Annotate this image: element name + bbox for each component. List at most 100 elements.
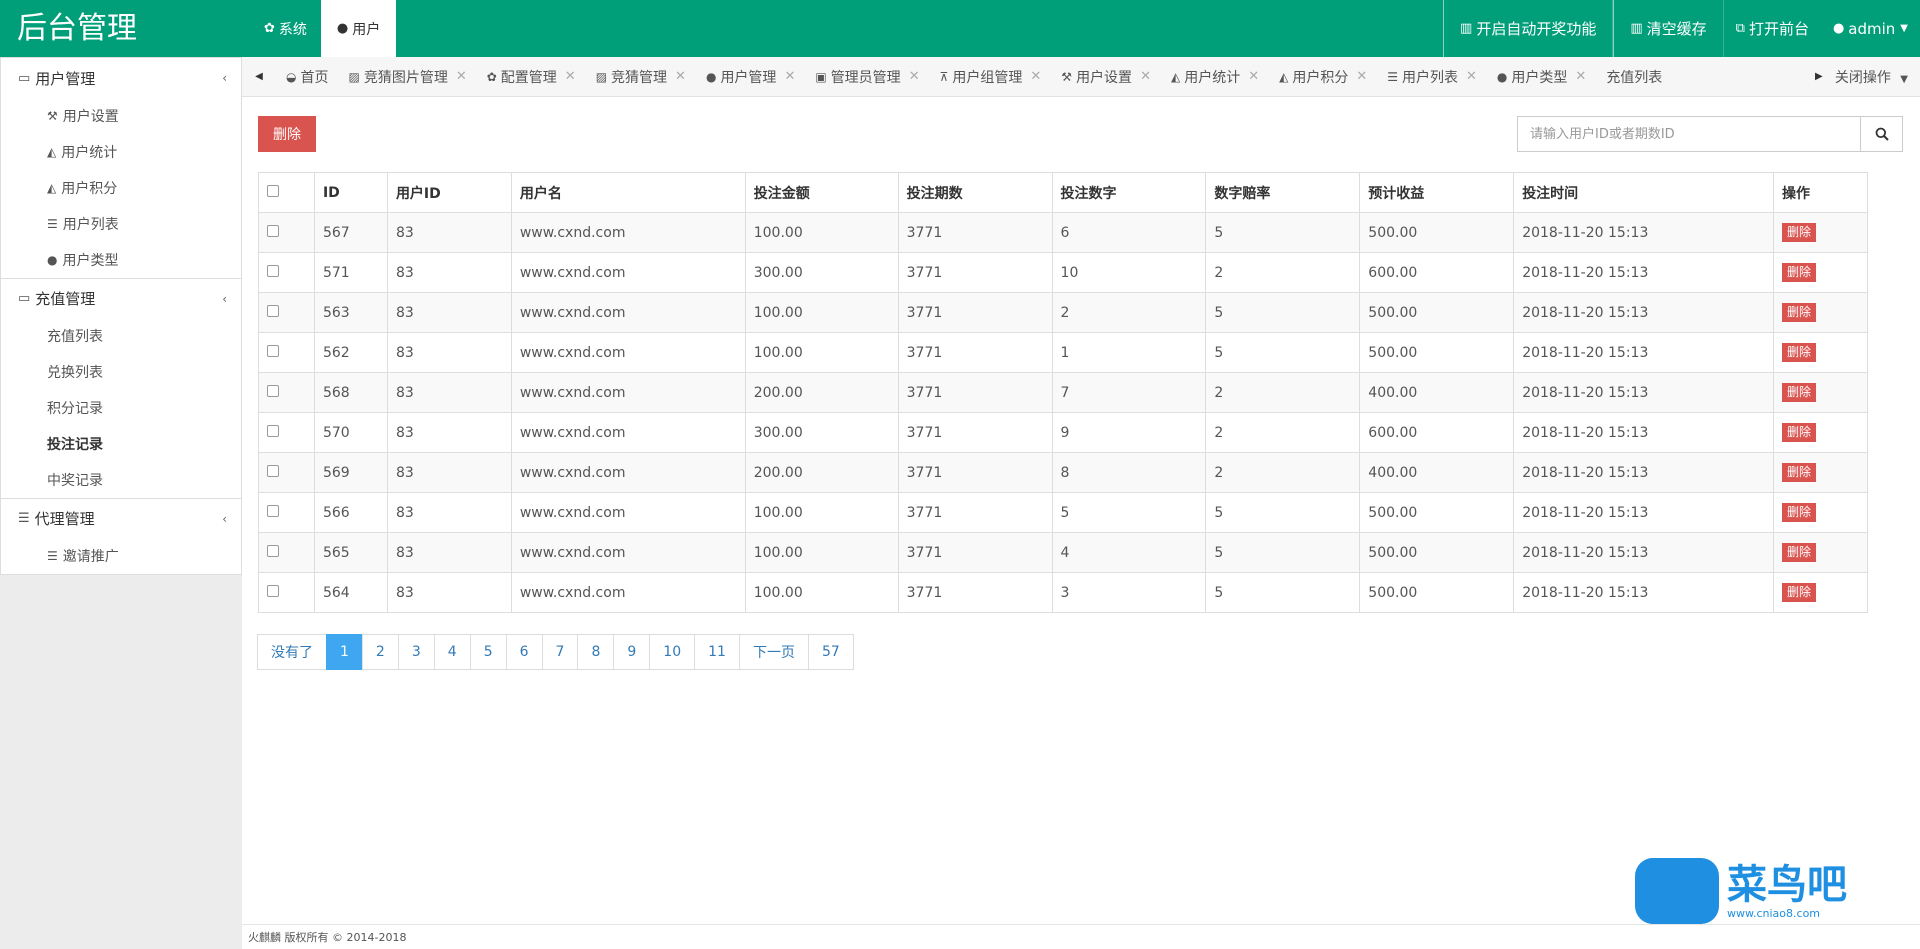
sidebar-item-user-points[interactable]: ◭ 用户积分	[1, 170, 241, 206]
auto-draw-button[interactable]: ▥ 开启自动开奖功能	[1443, 0, 1614, 57]
tab-close-icon[interactable]: ✕	[565, 69, 576, 84]
page-link[interactable]: 11	[694, 634, 740, 670]
row-delete-button[interactable]: 删除	[1781, 223, 1816, 242]
sidebar-item-user-list[interactable]: ☰ 用户列表	[1, 206, 241, 242]
row-checkbox[interactable]	[267, 224, 279, 237]
sidebar-item-label: 用户积分	[61, 181, 118, 197]
row-delete-button[interactable]: 删除	[1781, 583, 1816, 602]
page-link[interactable]: 没有了	[257, 634, 327, 670]
page-link[interactable]: 10	[649, 634, 696, 670]
row-delete-button[interactable]: 删除	[1781, 503, 1816, 522]
column-header[interactable]: ID	[313, 172, 388, 213]
page-link[interactable]: 6	[505, 634, 543, 670]
page-link[interactable]: 下一页	[738, 634, 809, 670]
page-link[interactable]: 7	[541, 634, 579, 670]
tab-label: 用户积分	[1292, 69, 1349, 86]
tab-close-icon[interactable]: ✕	[1356, 69, 1367, 84]
page-link[interactable]: 4	[433, 634, 471, 670]
sidebar-item-win-records[interactable]: 中奖记录	[1, 462, 241, 498]
column-header[interactable]: 投注金额	[744, 172, 899, 213]
sidebar-item-invite[interactable]: ☰ 邀请推广	[1, 538, 241, 574]
row-checkbox[interactable]	[267, 424, 279, 437]
sidebar-item-points-log[interactable]: 积分记录	[1, 390, 241, 426]
row-delete-button[interactable]: 删除	[1781, 543, 1816, 562]
bulk-delete-button[interactable]: 删除	[258, 116, 316, 152]
row-checkbox[interactable]	[267, 304, 279, 317]
row-checkbox[interactable]	[267, 264, 279, 277]
row-delete-button[interactable]: 删除	[1781, 383, 1816, 402]
tab-item[interactable]: ◭ 用户积分 ✕	[1269, 67, 1377, 87]
tab-close-icon[interactable]: ✕	[456, 69, 467, 84]
page-link[interactable]: 9	[613, 634, 651, 670]
page-link[interactable]: 1	[326, 634, 363, 670]
pagination: 没有了 1 2 3 4 5 6 7 8 9 10 11 下一页 57	[257, 634, 854, 670]
search-input[interactable]	[1517, 116, 1861, 152]
tab-item[interactable]: 充值列表	[1596, 67, 1672, 87]
tab-item[interactable]: ▨ 竞猜管理 ✕	[586, 67, 696, 87]
close-tabs-menu[interactable]: 关闭操作 ▼	[1829, 67, 1920, 87]
open-frontend-link[interactable]: ⧉ 打开前台	[1724, 0, 1821, 57]
column-header[interactable]: 数字赔率	[1205, 172, 1361, 213]
row-checkbox[interactable]	[267, 544, 279, 557]
sidebar-item-exchange-list[interactable]: 兑换列表	[1, 354, 241, 390]
row-delete-button[interactable]: 删除	[1781, 463, 1816, 482]
table-cell: 2018-11-20 15:13	[1513, 332, 1774, 373]
row-delete-button[interactable]: 删除	[1781, 263, 1816, 282]
page-link[interactable]: 3	[397, 634, 435, 670]
page-link[interactable]: 8	[577, 634, 615, 670]
tab-close-icon[interactable]: ✕	[1466, 69, 1477, 84]
tab-item[interactable]: ● 用户类型 ✕	[1487, 67, 1596, 87]
sidebar-section-agent[interactable]: ☰ 代理管理 ‹	[1, 498, 241, 538]
tab-scroll-right-icon[interactable]: ▶	[1809, 71, 1829, 82]
tab-close-icon[interactable]: ✕	[784, 69, 795, 84]
sidebar-item-user-stats[interactable]: ◭ 用户统计	[1, 134, 241, 170]
row-checkbox[interactable]	[267, 584, 279, 597]
top-nav-user[interactable]: ● 用户	[320, 0, 397, 57]
sidebar-item-user-types[interactable]: ● 用户类型	[1, 242, 241, 278]
tab-close-icon[interactable]: ✕	[675, 69, 686, 84]
tab-item[interactable]: ⚒ 用户设置 ✕	[1051, 67, 1161, 87]
row-checkbox[interactable]	[267, 344, 279, 357]
clear-cache-button[interactable]: ▥ 清空缓存	[1613, 0, 1724, 57]
tab-close-icon[interactable]: ✕	[1575, 69, 1586, 84]
search-button[interactable]	[1861, 116, 1903, 152]
column-header[interactable]: 用户ID	[386, 172, 512, 213]
user-menu[interactable]: ● admin ▼	[1821, 0, 1920, 57]
column-header[interactable]: 预计收益	[1359, 172, 1515, 213]
column-header[interactable]: 投注数字	[1051, 172, 1207, 213]
row-delete-button[interactable]: 删除	[1781, 343, 1816, 362]
folder-open-icon: ▭	[18, 70, 31, 86]
page-link[interactable]: 5	[469, 634, 507, 670]
tab-item[interactable]: ▣ 管理员管理 ✕	[805, 67, 929, 87]
tab-close-icon[interactable]: ✕	[1248, 69, 1259, 84]
page-link[interactable]: 2	[361, 634, 399, 670]
tab-item[interactable]: ☰ 用户列表 ✕	[1377, 67, 1487, 87]
tab-item[interactable]: ◭ 用户统计 ✕	[1161, 67, 1269, 87]
row-delete-button[interactable]: 删除	[1781, 423, 1816, 442]
sidebar-item-user-settings[interactable]: ⚒ 用户设置	[1, 98, 241, 134]
sidebar-item-recharge-list[interactable]: 充值列表	[1, 318, 241, 354]
column-header[interactable]: 投注期数	[897, 172, 1053, 213]
tab-item[interactable]: ▨ 竞猜图片管理 ✕	[338, 67, 476, 87]
tab-close-icon[interactable]: ✕	[1030, 69, 1041, 84]
column-header[interactable]: 投注时间	[1513, 172, 1774, 213]
sidebar-section-recharge[interactable]: ▭ 充值管理 ‹	[1, 278, 241, 318]
sidebar-item-bet-records[interactable]: 投注记录	[1, 426, 241, 462]
row-delete-button[interactable]: 删除	[1781, 303, 1816, 322]
tab-item[interactable]: ◒ 首页	[276, 67, 338, 87]
sidebar-section-user[interactable]: ▭ 用户管理 ‹	[1, 58, 241, 98]
select-all-checkbox[interactable]	[267, 184, 279, 197]
table-cell: 570	[313, 412, 388, 453]
tab-close-icon[interactable]: ✕	[1140, 69, 1151, 84]
tab-item[interactable]: ⊼ 用户组管理 ✕	[930, 67, 1052, 87]
column-header[interactable]: 用户名	[510, 172, 746, 213]
row-checkbox[interactable]	[267, 464, 279, 477]
tab-item[interactable]: ● 用户管理 ✕	[696, 67, 805, 87]
tab-scroll-left-icon[interactable]: ◀	[242, 71, 276, 82]
row-checkbox[interactable]	[267, 384, 279, 397]
tab-close-icon[interactable]: ✕	[909, 69, 920, 84]
row-checkbox[interactable]	[267, 504, 279, 517]
tab-item[interactable]: ✿ 配置管理 ✕	[477, 67, 586, 87]
top-nav-system[interactable]: ✿ 系统	[250, 0, 321, 57]
page-link[interactable]: 57	[807, 634, 854, 670]
